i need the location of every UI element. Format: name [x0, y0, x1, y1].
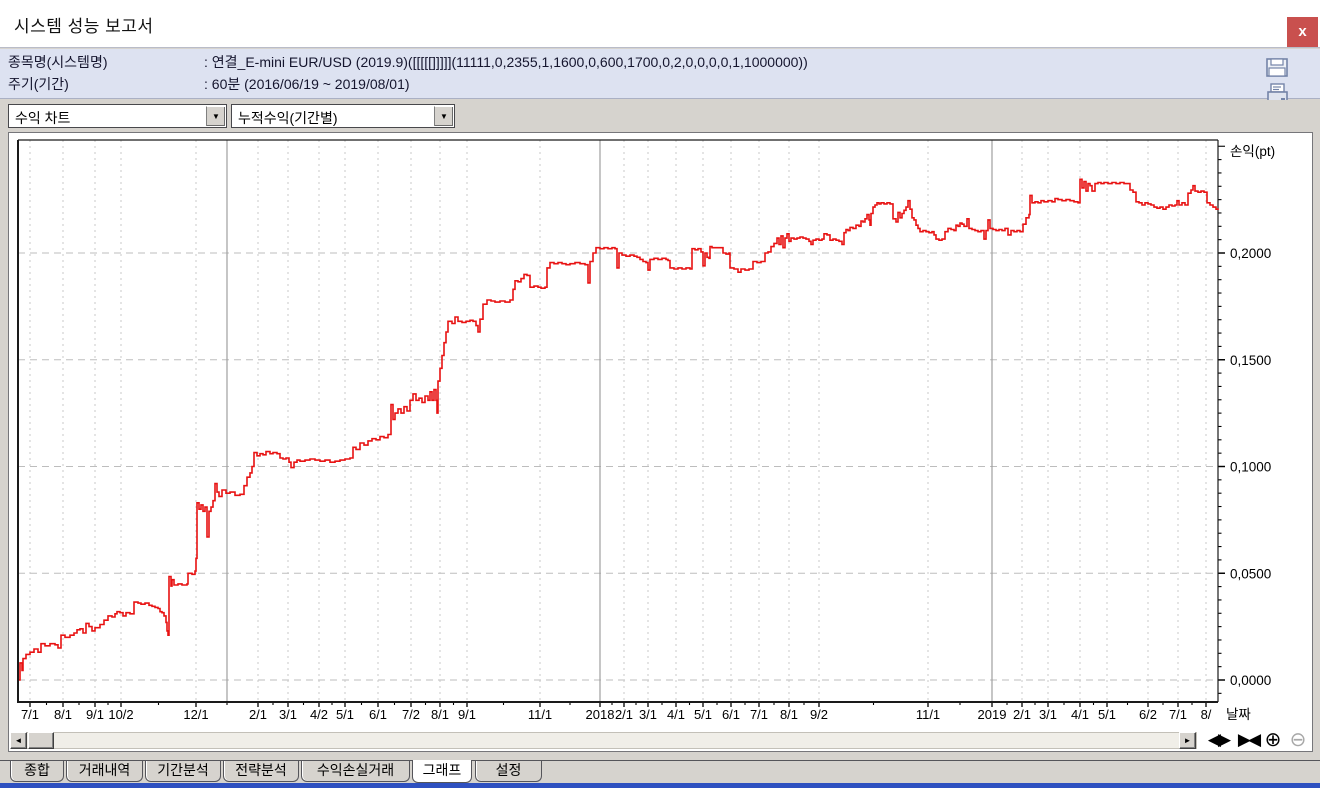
- tab-period-analysis[interactable]: 기간분석: [145, 761, 221, 782]
- x-tick-label: 6/1: [369, 707, 387, 722]
- x-axis-title: 날짜: [1226, 707, 1251, 722]
- x-tick-label: 4/2: [310, 707, 328, 722]
- tab-profit-loss-trades[interactable]: 수익손실거래: [301, 761, 410, 782]
- close-button[interactable]: x: [1287, 17, 1318, 47]
- chart-panel: 0,2000 0,1500 0,1000 0,0500 0,0000 7/1 8/1 9/1 1…: [8, 132, 1313, 752]
- profit-chart: 0,2000 0,1500 0,1000 0,0500 0,0000 7/1 8/1 9/1 1…: [9, 133, 1312, 729]
- header-row-period: 주기(기간): 60분 (2016/06/19 ~ 2019/08/01): [8, 74, 410, 96]
- x-tick-label: 11/1: [528, 707, 552, 722]
- report-header: 종목명(시스템명): 연결_E-mini EUR/USD (2019.9)([[…: [0, 49, 1320, 99]
- y-tick-label: 0,0000: [1230, 673, 1271, 688]
- symbol-field-label: 종목명(시스템명): [8, 52, 204, 72]
- y-tick-label: 0,2000: [1230, 246, 1271, 261]
- save-button[interactable]: [1265, 53, 1289, 81]
- x-tick-label: 8/1: [431, 707, 449, 722]
- x-tick-label: 7/1: [1169, 707, 1187, 722]
- x-tick-label: 5/1: [336, 707, 354, 722]
- chevron-down-icon[interactable]: ▼: [206, 106, 225, 126]
- metric-dropdown[interactable]: 누적수익(기간별) ▼: [231, 104, 455, 128]
- close-icon: x: [1298, 23, 1306, 40]
- x-tick-label: 5/1: [694, 707, 712, 722]
- x-tick-label: 8/1: [54, 707, 72, 722]
- plot-background: [9, 133, 1312, 729]
- tab-graph[interactable]: 그래프: [412, 760, 472, 783]
- scroll-thumb[interactable]: [28, 732, 54, 749]
- x-tick-label: 4/1: [1071, 707, 1089, 722]
- x-tick-label: 2019: [978, 707, 1007, 722]
- y-tick-label: 0,1000: [1230, 460, 1271, 475]
- compress-x-button[interactable]: ▶◀: [1233, 730, 1263, 750]
- y-axis-title: 손익(pt): [1230, 144, 1275, 159]
- expand-x-button[interactable]: ◀▶: [1203, 730, 1233, 750]
- header-actions: [1264, 53, 1316, 93]
- x-tick-label: 4/1: [667, 707, 685, 722]
- x-tick-label: 9/1: [86, 707, 104, 722]
- x-tick-label: 9/2: [810, 707, 828, 722]
- left-arrow-icon: ◄: [15, 736, 23, 745]
- scroll-track[interactable]: [10, 732, 1197, 749]
- zoom-in-icon: ⊕: [1265, 729, 1282, 751]
- x-tick-label: 8/1: [780, 707, 798, 722]
- x-tick-label: 8/: [1201, 707, 1212, 722]
- tab-strategy-analysis[interactable]: 전략분석: [223, 761, 299, 782]
- metric-value: 누적수익(기간별): [238, 108, 337, 128]
- compress-horizontal-icon: ▶◀: [1238, 730, 1258, 749]
- scroll-right-button[interactable]: ►: [1179, 732, 1196, 749]
- header-row-symbol: 종목명(시스템명): 연결_E-mini EUR/USD (2019.9)([[…: [8, 52, 808, 74]
- tab-summary[interactable]: 종합: [10, 761, 64, 782]
- chart-type-value: 수익 차트: [15, 108, 70, 128]
- right-arrow-icon: ►: [1184, 736, 1192, 745]
- x-tick-label: 9/1: [458, 707, 476, 722]
- title-bar: 시스템 성능 보고서: [0, 0, 1320, 48]
- x-tick-label: 6/1: [722, 707, 740, 722]
- window-title: 시스템 성능 보고서: [14, 12, 154, 37]
- y-tick-label: 0,1500: [1230, 353, 1271, 368]
- x-tick-label: 11/1: [916, 707, 940, 722]
- period-field-label: 주기(기간): [8, 74, 204, 94]
- x-tick-label: 3/1: [639, 707, 657, 722]
- x-tick-label: 12/1: [183, 707, 208, 722]
- zoom-out-icon: ⊖: [1290, 729, 1307, 751]
- x-tick-label: 7/2: [402, 707, 420, 722]
- x-tick-label: 5/1: [1098, 707, 1116, 722]
- window-bottom-edge: [0, 783, 1320, 788]
- zoom-out-button[interactable]: ⊖: [1286, 730, 1310, 750]
- x-tick-label: 10/2: [108, 707, 133, 722]
- x-tick-label: 3/1: [279, 707, 297, 722]
- tab-trade-history[interactable]: 거래내역: [66, 761, 143, 782]
- x-tick-label: 7/1: [21, 707, 39, 722]
- expand-horizontal-icon: ◀▶: [1208, 730, 1228, 749]
- floppy-icon: [1265, 53, 1289, 81]
- x-tick-label: 6/2: [1139, 707, 1157, 722]
- x-tick-label: 2/1: [1013, 707, 1031, 722]
- x-tick-label: 2/1: [249, 707, 267, 722]
- x-tick-label: 2/1: [615, 707, 633, 722]
- symbol-field-value: : 연결_E-mini EUR/USD (2019.9)([[[[[]]]]](…: [204, 54, 808, 70]
- x-tick-label: 2018: [586, 707, 615, 722]
- period-field-value: : 60분 (2016/06/19 ~ 2019/08/01): [204, 76, 410, 92]
- scroll-left-button[interactable]: ◄: [10, 732, 27, 749]
- x-tick-label: 7/1: [750, 707, 768, 722]
- zoom-in-button[interactable]: ⊕: [1261, 730, 1285, 750]
- tab-settings[interactable]: 설정: [475, 761, 542, 782]
- chevron-down-icon[interactable]: ▼: [434, 106, 453, 126]
- chart-type-dropdown[interactable]: 수익 차트 ▼: [8, 104, 227, 128]
- chart-toolbar: 수익 차트 ▼ 누적수익(기간별) ▼: [0, 100, 1320, 131]
- x-tick-label: 3/1: [1039, 707, 1057, 722]
- y-tick-label: 0,0500: [1230, 566, 1271, 581]
